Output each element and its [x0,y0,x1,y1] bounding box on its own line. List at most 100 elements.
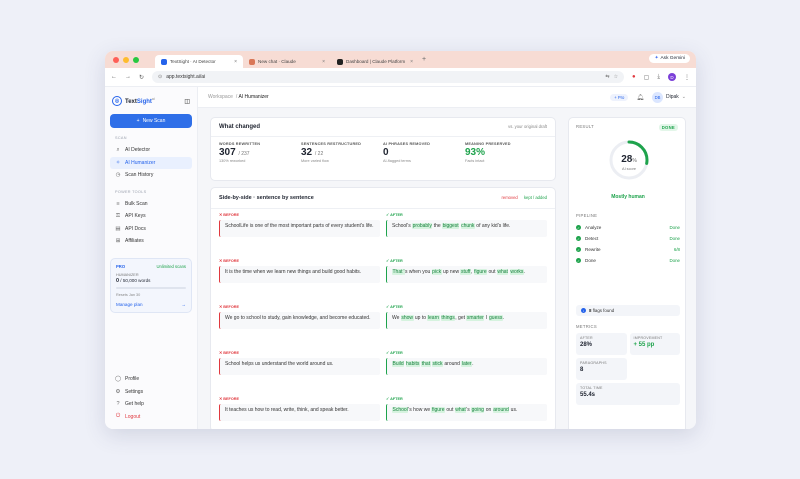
detector-icon: ⌕ [116,146,120,153]
main-content: Workspace / AI Humanizer + Pro 🔔︎ DB Dip… [198,87,696,429]
added-phrase: show [400,315,414,321]
added-phrase: stuff [460,269,471,275]
before-tag: ✕ BEFORE [219,351,240,355]
metrics-grid: AFTER 28% IMPROVEMENT + 55 pp PARAGRAPHS 8 TOT… [576,333,680,405]
brand[interactable]: ◎ TextSightai ◫ [112,96,190,106]
tab-favicon-icon [161,58,167,65]
browser-menu-icon[interactable]: ⋮ [684,74,690,81]
metric-label: IMPROVEMENT [633,336,663,340]
extensions-puzzle-icon[interactable]: ▢ [644,74,650,81]
sidebar-item-label: Bulk Scan [125,200,148,207]
pro-badge[interactable]: + Pro [610,93,629,101]
scan-section-label: SCAN [115,136,127,140]
browser-tab[interactable]: Dashboard | Claude Platform × [331,55,419,68]
sidebar-item-logout[interactable]: ⏻ Logout [110,411,192,424]
stat-subtext: 130% reworked [219,159,246,163]
metric-value: 28% [580,342,593,348]
sidebar: ◎ TextSightai ◫ + New Scan SCAN ⌕ AI Dete… [105,87,198,429]
stat-total: / 237 [238,151,250,157]
url-field[interactable]: ⊙ app.textsight.ai/ai ⇆ ☆ [152,71,625,83]
before-sentence: SchoolLife is one of the most important … [219,220,380,237]
sentence-diff-list: ✕ BEFORE SchoolLife is one of the most im… [211,209,555,429]
pipeline-step-label: Analyze [585,225,602,230]
added-phrase: ' [403,269,405,275]
sidebar-item-affiliates[interactable]: ⊞ Affiliates [110,235,192,248]
sidebar-item-settings[interactable]: ⚙ Settings [110,386,192,399]
ask-gemini-button[interactable]: ✦ Ask Gemini [649,54,690,63]
brand-name: TextSightai [125,97,155,105]
browser-tabs: TextSight · AI Detector × New chat · Claud… [155,51,419,68]
sidebar-item-api-docs[interactable]: ▤ API Docs [110,223,192,236]
added-phrase: figure [431,407,445,413]
forward-icon[interactable]: → [125,74,131,80]
plan-reset-date: Resets Jan 30 [116,292,141,297]
scan-nav: ⌕ AI Detector ✧ AI Humanizer ◷ Scan History [110,144,192,182]
user-avatar[interactable]: DB [652,91,663,103]
key-icon: ⚿ [115,212,121,219]
close-tab-icon[interactable]: × [322,59,325,65]
stat-sentences-restructured: SENTENCES RESTRUCTURED 32 / 22 More varied… [301,142,383,163]
manage-plan-label: Manage plan [116,301,143,307]
logout-icon: ⏻ [115,413,121,420]
download-icon[interactable]: ⤓ [657,74,660,81]
sidebar-item-label: Get help [125,401,144,408]
close-tab-icon[interactable]: × [234,59,237,65]
before-sentence: We go to school to study, gain knowledge… [219,312,380,329]
new-scan-button[interactable]: + New Scan [110,114,192,128]
bell-icon[interactable]: 🔔︎ [636,94,644,101]
minimize-window-button[interactable] [123,56,129,63]
flags-found[interactable]: i 8 flags found [576,305,680,316]
app-shell: ◎ TextSightai ◫ + New Scan SCAN ⌕ AI Dete… [105,87,696,429]
sidebar-item-scan-history[interactable]: ◷ Scan History [110,169,192,182]
sidebar-item-ai-detector[interactable]: ⌕ AI Detector [110,144,192,157]
browser-profile-avatar[interactable]: D [668,73,676,81]
diff-row: ✕ BEFORE We go to school to study, gain k… [211,301,555,347]
chevron-down-icon[interactable]: ⌄ [682,94,686,100]
user-name[interactable]: Dipak [666,94,679,100]
back-icon[interactable]: ← [111,74,117,80]
sidebar-item-get-help[interactable]: ? Get help [110,398,192,411]
site-info-icon[interactable]: ⊙ [158,74,162,80]
sidebar-item-label: Profile [125,376,140,383]
sidebar-item-profile[interactable]: ◯ Profile [110,373,192,386]
after-column: ✓ AFTER Build habits that stick around la… [386,350,547,390]
power-tools-section-label: POWER TOOLS [115,189,147,194]
added-phrase: later [461,361,473,367]
before-tag: ✕ BEFORE [219,397,240,401]
browser-tab[interactable]: TextSight · AI Detector × [155,55,243,68]
sidebar-item-bulk-scan[interactable]: ≡ Bulk Scan [110,198,192,211]
manage-plan-link[interactable]: Manage plan → [116,302,186,307]
breadcrumb-workspace[interactable]: Workspace [208,94,233,100]
added-phrase: going [471,407,485,413]
pipeline-step-status: Done [669,236,681,241]
stat-value: 93% [465,147,486,158]
before-column: ✕ BEFORE It is the time when we learn new… [219,258,380,298]
sidebar-item-ai-humanizer[interactable]: ✧ AI Humanizer [110,156,192,169]
browser-window: TextSight · AI Detector × New chat · Claud… [105,51,696,429]
diff-row: ✕ BEFORE SchoolLife is one of the most im… [211,209,555,255]
extension-icon[interactable]: ● [632,74,636,80]
collapse-sidebar-icon[interactable]: ◫ [184,98,190,105]
translate-icon[interactable]: ⇆ [605,74,609,80]
maximize-window-button[interactable] [133,56,139,63]
diff-row: ✕ BEFORE School helps us understand the w… [211,347,555,393]
added-phrase: pick [431,269,442,275]
diff-legend: removed kept / added [501,195,547,201]
after-sentence: School's probably the biggest chunk of a… [386,220,547,237]
bookmark-star-icon[interactable]: ☆ [614,74,618,80]
diff-row: ✕ BEFORE It teaches us how to read, write… [211,393,555,429]
close-tab-icon[interactable]: × [410,59,413,65]
added-phrase: chunk [460,223,475,229]
browser-tab[interactable]: New chat · Claude × [243,55,331,68]
gemini-icon: ✦ [654,56,659,61]
new-tab-button[interactable]: + [422,56,426,63]
reload-icon[interactable]: ↻ [139,74,144,81]
check-icon: ✓ [576,236,581,241]
what-changed-subtitle: vs. your original draft [508,124,547,129]
stat-ai-phrases-removed: AI PHRASES REMOVED 0 AI-flagged terms [383,142,465,163]
metric-improvement: IMPROVEMENT + 55 pp [629,333,680,355]
added-phrase: that [421,361,431,367]
pipeline-step-status: 6/8 [673,247,680,252]
close-window-button[interactable] [113,56,119,63]
sidebar-item-api-keys[interactable]: ⚿ API Keys [110,210,192,223]
